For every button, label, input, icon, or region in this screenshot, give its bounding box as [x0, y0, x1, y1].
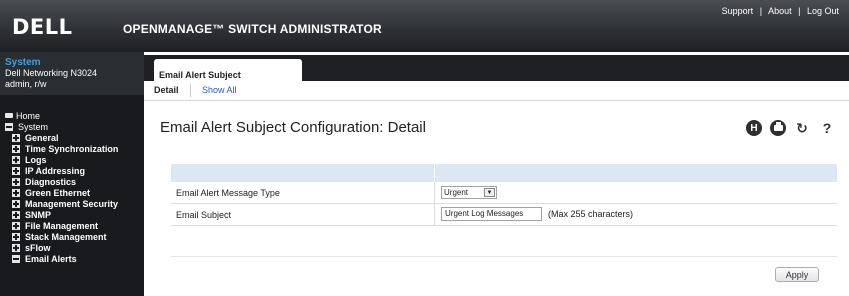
nav-item-home[interactable]: Home: [0, 110, 144, 121]
expand-icon: [12, 144, 20, 153]
left-navigation: System Dell Networking N3024 admin, r/w …: [0, 52, 144, 296]
system-info-panel: System Dell Networking N3024 admin, r/w: [0, 52, 144, 95]
sub-tab-bar: Detail Show All: [144, 81, 849, 101]
dell-logo: DELL: [12, 15, 73, 39]
nav-item-label: Email Alerts: [25, 253, 77, 264]
subtab-divider: [190, 84, 191, 97]
h-icon[interactable]: H: [746, 120, 762, 136]
expand-icon: [12, 166, 20, 175]
nav-item-label: Stack Management: [25, 231, 107, 242]
nav-tree: Home System General Time Synchronization…: [0, 110, 144, 264]
nav-item-label: Home: [16, 110, 41, 121]
nav-item-time-synchronization[interactable]: Time Synchronization: [0, 143, 144, 154]
expand-icon: [12, 221, 20, 230]
link-separator: |: [798, 6, 801, 16]
nav-item-label: Time Synchronization: [25, 143, 119, 154]
column-divider: [434, 182, 435, 204]
nav-item-label: sFlow: [25, 242, 51, 253]
expand-icon: [12, 188, 20, 197]
column-divider: [434, 204, 435, 226]
top-banner: DELL OPENMANAGE™ SWITCH ADMINISTRATOR Su…: [0, 0, 849, 52]
system-model: Dell Networking N3024: [5, 68, 98, 78]
print-icon[interactable]: [770, 120, 786, 136]
nav-item-diagnostics[interactable]: Diagnostics: [0, 176, 144, 187]
config-form: Email Alert Message Type Urgent ▼ Email …: [171, 164, 837, 226]
system-user: admin, r/w: [5, 79, 47, 89]
nav-item-general[interactable]: General: [0, 132, 144, 143]
nav-item-file-management[interactable]: File Management: [0, 220, 144, 231]
support-link[interactable]: Support: [722, 6, 754, 16]
nav-item-label: General: [25, 132, 59, 143]
email-subject-label: Email Subject: [176, 209, 232, 220]
nav-item-email-alerts[interactable]: Email Alerts: [0, 253, 144, 264]
expand-icon: [12, 199, 20, 208]
top-links: Support | About | Log Out: [722, 6, 839, 16]
expand-icon: [12, 210, 20, 219]
expand-icon: [12, 155, 20, 164]
chevron-down-icon: ▼: [484, 188, 495, 197]
nav-item-sflow[interactable]: sFlow: [0, 242, 144, 253]
nav-item-label: SNMP: [25, 209, 52, 220]
nav-item-label: Diagnostics: [25, 176, 77, 187]
tab-email-alert-subject-configuration[interactable]: Email Alert Subject Configuration: [154, 59, 302, 98]
nav-item-green-ethernet[interactable]: Green Ethernet: [0, 187, 144, 198]
message-type-row: Email Alert Message Type Urgent ▼: [171, 182, 837, 204]
nav-item-label: System: [18, 121, 49, 132]
tab-bar: Email Alert Subject Configuration: [144, 55, 849, 98]
page-title: Email Alert Subject Configuration: Detai…: [160, 119, 426, 136]
product-title: OPENMANAGE™ SWITCH ADMINISTRATOR: [123, 22, 382, 36]
nav-item-system[interactable]: System: [0, 121, 144, 132]
nav-item-label: File Management: [25, 220, 99, 231]
expand-icon: [12, 177, 20, 186]
expand-icon: [12, 232, 20, 241]
refresh-icon[interactable]: ↻: [793, 120, 811, 136]
home-icon: [5, 113, 13, 118]
column-divider: [434, 164, 435, 182]
message-type-value: Urgent: [444, 188, 469, 197]
nav-item-ip-addressing[interactable]: IP Addressing: [0, 165, 144, 176]
nav-item-label: Management Security: [25, 198, 119, 209]
link-separator: |: [759, 6, 763, 16]
email-subject-hint: (Max 255 characters): [548, 209, 634, 219]
message-type-label: Email Alert Message Type: [176, 187, 280, 198]
subtab-detail[interactable]: Detail: [154, 85, 179, 95]
apply-button[interactable]: Apply: [775, 267, 819, 282]
nav-item-stack-management[interactable]: Stack Management: [0, 231, 144, 242]
help-icon[interactable]: ?: [818, 120, 836, 136]
form-header-row: [171, 164, 837, 182]
message-type-select[interactable]: Urgent ▼: [441, 186, 497, 199]
system-title: System: [5, 57, 41, 68]
nav-item-snmp[interactable]: SNMP: [0, 209, 144, 220]
nav-item-logs[interactable]: Logs: [0, 154, 144, 165]
about-link[interactable]: About: [768, 6, 792, 16]
nav-item-label: Green Ethernet: [25, 187, 91, 198]
nav-item-label: IP Addressing: [25, 165, 86, 176]
expand-icon: [12, 243, 20, 252]
collapse-icon: [5, 122, 13, 131]
form-divider: [171, 256, 837, 257]
expand-icon: [12, 133, 20, 142]
subtab-show-all[interactable]: Show All: [202, 85, 237, 95]
collapse-icon: [12, 254, 20, 263]
nav-item-management-security[interactable]: Management Security: [0, 198, 144, 209]
email-subject-input[interactable]: Urgent Log Messages: [441, 207, 542, 221]
nav-item-label: Logs: [25, 154, 47, 165]
email-subject-row: Email Subject Urgent Log Messages (Max 2…: [171, 204, 837, 226]
logout-link[interactable]: Log Out: [807, 6, 839, 16]
